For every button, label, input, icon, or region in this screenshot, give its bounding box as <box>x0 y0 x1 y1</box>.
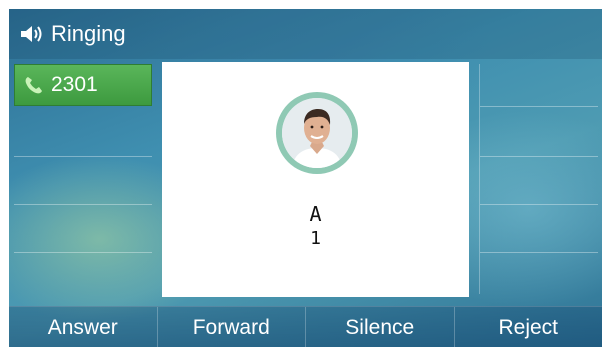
dss-slot-divider <box>480 156 598 157</box>
softkey-bar: Answer Forward Silence Reject <box>9 306 602 347</box>
silence-softkey[interactable]: Silence <box>306 307 455 347</box>
caller-avatar <box>282 98 352 168</box>
dss-slot-divider <box>480 106 598 107</box>
forward-softkey[interactable]: Forward <box>158 307 306 347</box>
line-slot-divider <box>14 204 152 205</box>
line-key-column: 2301 <box>14 64 152 294</box>
title-bar: Ringing <box>9 9 602 59</box>
dss-key-column <box>479 64 598 294</box>
answer-softkey[interactable]: Answer <box>9 307 158 347</box>
dss-slot-divider <box>480 252 598 253</box>
call-status: Ringing <box>19 21 126 47</box>
phone-screen: Ringing 2301 A 1 Answer Forward Silence … <box>9 9 602 347</box>
status-title: Ringing <box>51 21 126 46</box>
caller-card: A 1 <box>162 62 469 297</box>
line-slot-divider <box>14 252 152 253</box>
caller-name: A <box>309 202 322 226</box>
line-key-2301[interactable]: 2301 <box>14 64 152 106</box>
caller-avatar-ring <box>276 92 358 174</box>
speaker-icon <box>21 26 42 42</box>
reject-softkey[interactable]: Reject <box>455 307 603 347</box>
phone-icon <box>25 77 42 94</box>
line-slot-divider <box>14 156 152 157</box>
caller-number: 1 <box>310 228 321 249</box>
line-label: 2301 <box>51 73 98 96</box>
person-photo-icon <box>282 98 352 168</box>
dss-slot-divider <box>480 204 598 205</box>
